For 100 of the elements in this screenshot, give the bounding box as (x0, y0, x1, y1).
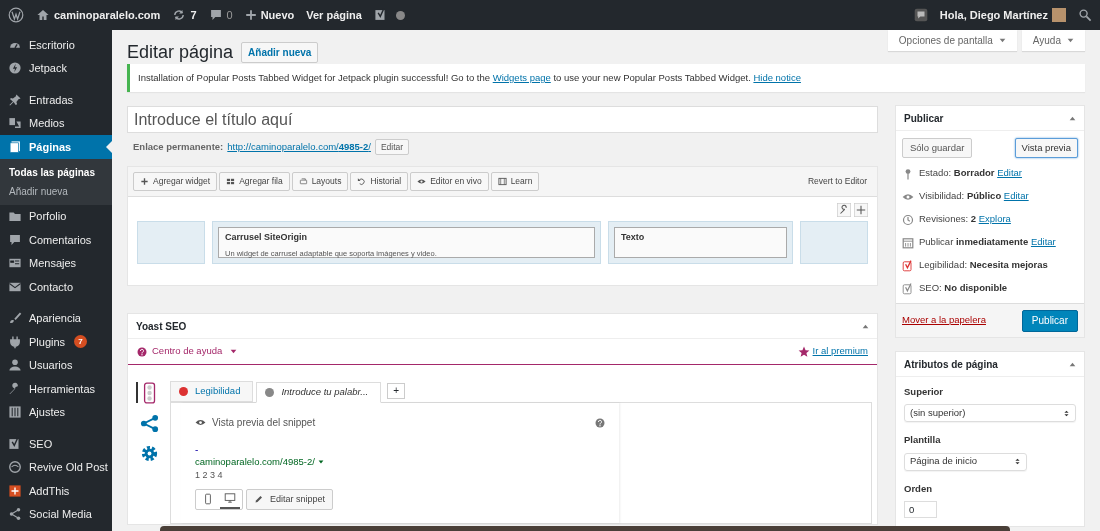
publish-button[interactable]: Publicar (1021, 309, 1078, 332)
submenu-item[interactable]: Todas las páginas (0, 162, 112, 182)
help-tab[interactable]: Ayuda (1021, 30, 1085, 51)
edit-link[interactable]: Explora (978, 213, 1011, 225)
site-link[interactable]: caminoparalelo.com (36, 6, 161, 24)
comments-link[interactable]: 0 (208, 6, 233, 24)
sidebar-item[interactable]: Revive Old Post (0, 455, 112, 479)
sidebar-item[interactable]: Ajustes (0, 400, 112, 424)
wrench-icon[interactable] (837, 203, 851, 217)
edit-link[interactable]: Editar (1030, 236, 1056, 248)
publish-setting: Visibilidad: Público Editar (919, 189, 1029, 204)
lightning-circle-icon (8, 61, 22, 76)
sidebar-item[interactable]: Jetpack (0, 56, 112, 80)
question-icon[interactable] (595, 417, 605, 428)
media-icon (8, 116, 22, 131)
sidebar-item[interactable]: Escritorio (0, 33, 112, 57)
monitor-icon (224, 492, 236, 505)
revert-link[interactable]: Revert to Editor (807, 175, 872, 188)
share-icon (139, 413, 159, 433)
avatar (1052, 8, 1066, 22)
permalink-link[interactable]: http://caminoparalelo.com/4985-2/ (227, 139, 371, 155)
refresh-icon (172, 8, 187, 22)
collapse-icon[interactable] (1069, 114, 1076, 122)
publish-setting: Publicar inmediatamente Editar (919, 235, 1056, 250)
sidebar-item[interactable]: AddThis (0, 479, 112, 503)
toolbar-button[interactable]: Layouts (291, 172, 349, 191)
snippet-url: caminoparalelo.com/4985-2/ (195, 455, 315, 469)
updates-link[interactable]: 7 (172, 6, 197, 24)
save-draft-button[interactable]: Sólo guardar (902, 138, 973, 158)
order-field[interactable]: 0 (904, 500, 937, 518)
hide-notice-link[interactable]: Hide notice (753, 71, 801, 83)
count-badge: 7 (74, 335, 88, 349)
printer-icon (298, 177, 308, 186)
empty-cell (137, 221, 205, 264)
widget-card[interactable]: Texto (614, 227, 787, 258)
edit-link[interactable]: Editar (1003, 190, 1029, 202)
notice-message: Installation of Popular Posts Tabbed Widget for Jetpack plugin successful! Go to the Widgets page to use your new Popular Posts Tabbed Widget. Hide notice (138, 70, 801, 85)
submenu-item[interactable]: Añadir nueva (0, 181, 112, 201)
sidebar-item[interactable]: Contacto (0, 275, 112, 299)
sidebar-item[interactable]: Entradas (0, 88, 112, 112)
sidebar-item[interactable]: Páginas (0, 135, 112, 159)
sidebar-item[interactable]: Herramientas (0, 377, 112, 401)
toolbar-button[interactable]: Editor en vivo (410, 172, 489, 191)
widgets-page-link[interactable]: Widgets page (492, 71, 551, 83)
greeting-link[interactable]: Hola, Diego Martínez (939, 6, 1048, 24)
pencil-icon (254, 494, 264, 505)
empty-cell (800, 221, 868, 264)
widget-title: Texto (621, 231, 646, 244)
sidebar-item[interactable]: Mensajes (0, 251, 112, 275)
add-new-button[interactable]: Añadir nueva (241, 42, 319, 63)
publish-setting: Estado: Borrador Editar (919, 166, 1022, 181)
snippet-description: 1 2 3 4 (195, 469, 224, 483)
toolbar-button[interactable]: Agregar fila (219, 172, 290, 191)
premium-link[interactable]: Ir al premium (812, 344, 868, 359)
caret-icon (317, 459, 324, 466)
select-field[interactable]: (sin superior) (904, 404, 1076, 423)
field-label: Orden (904, 481, 933, 496)
analysis-tab[interactable]: Introduce tu palabr... (256, 382, 382, 403)
clock-icon (902, 213, 914, 226)
permalink-label: Enlace permanente: (133, 139, 224, 154)
help-center-toggle[interactable]: Centro de ayuda (137, 344, 238, 359)
sidebar-item[interactable]: Social Media (0, 502, 112, 526)
view-page-link[interactable]: Ver página (306, 6, 362, 24)
sidebar-item[interactable]: Usuarios (0, 353, 112, 377)
sidebar-item[interactable]: Comentarios (0, 228, 112, 252)
search-icon[interactable] (1078, 8, 1092, 22)
plus-square-icon (8, 483, 22, 498)
paintbrush-icon (8, 311, 22, 326)
pushpin-icon (8, 92, 22, 107)
toolbar-button[interactable]: Historial (350, 172, 409, 191)
toolbar-button[interactable]: Agregar widget (133, 172, 218, 191)
new-link[interactable]: Nuevo (244, 6, 295, 24)
sidebar-item[interactable]: Plugins 7 (0, 330, 112, 354)
plus-icon (140, 177, 149, 186)
eye-icon (195, 417, 206, 428)
add-keyword-button[interactable]: + (387, 383, 406, 399)
title-field[interactable]: Introduce el título aquí (127, 106, 878, 133)
panel-title: Atributos de página (904, 357, 999, 372)
edit-permalink-button[interactable]: Editar (374, 139, 410, 155)
trash-link[interactable]: Mover a la papelera (902, 313, 986, 328)
collapse-icon[interactable] (862, 322, 869, 330)
preview-button[interactable]: Vista previa (1014, 138, 1078, 158)
caret-icon (998, 37, 1006, 44)
calendar-icon (902, 236, 914, 249)
updown-icon (1063, 408, 1070, 418)
caret-icon (230, 348, 238, 355)
edit-snippet-button[interactable]: Editar snippet (246, 488, 334, 510)
sidebar-item[interactable]: Apariencia (0, 306, 112, 330)
sidebar-item[interactable]: SEO (0, 432, 112, 456)
screen-options-tab[interactable]: Opciones de pantalla (887, 30, 1017, 51)
snippet-title[interactable]: - (195, 444, 605, 455)
publish-setting: SEO: No disponible (919, 281, 1008, 296)
sidebar-item[interactable]: Porfolio (0, 204, 112, 228)
analysis-tab[interactable]: Legibilidad (170, 381, 254, 402)
chat-icon[interactable] (913, 8, 928, 22)
sidebar-item[interactable]: Medios (0, 111, 112, 135)
collapse-icon[interactable] (1069, 360, 1076, 368)
edit-link[interactable]: Editar (997, 167, 1022, 179)
toolbar-button[interactable]: Learn (490, 172, 540, 191)
select-field[interactable]: Página de inicio (904, 452, 1027, 471)
